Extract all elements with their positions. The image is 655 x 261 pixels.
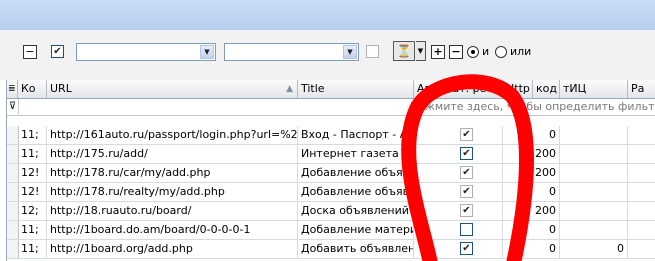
red-marker-stroke [401, 74, 534, 261]
red-annotation-overlay [401, 74, 534, 261]
